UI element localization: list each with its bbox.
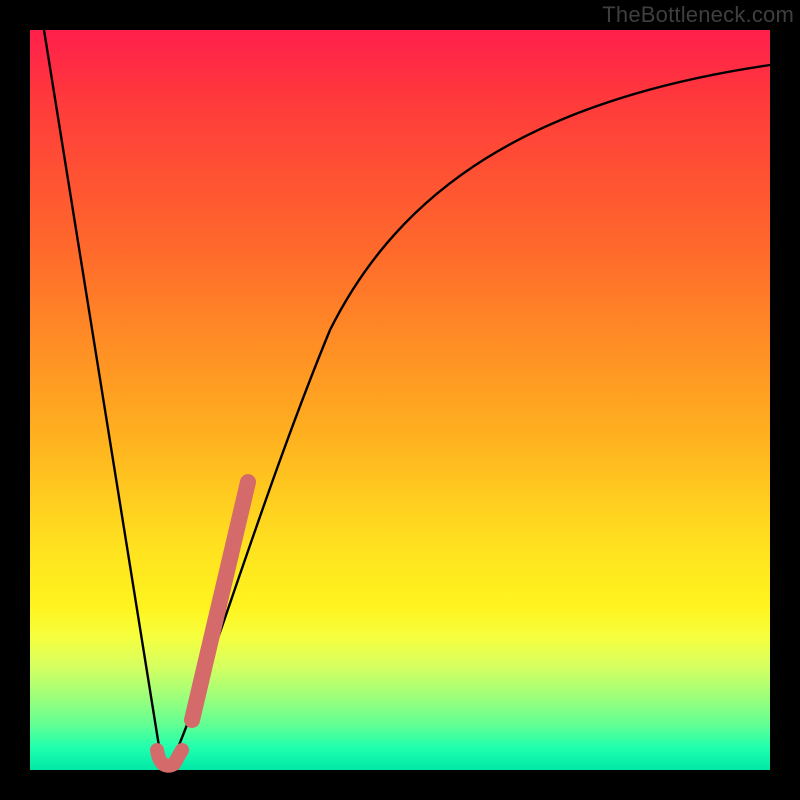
highlight-hook xyxy=(157,750,182,766)
watermark-text: TheBottleneck.com xyxy=(602,2,794,28)
bottleneck-curve xyxy=(44,30,770,766)
chart-frame: TheBottleneck.com xyxy=(0,0,800,800)
curve-layer xyxy=(30,30,770,770)
plot-area xyxy=(30,30,770,770)
highlight-segment xyxy=(192,482,248,720)
